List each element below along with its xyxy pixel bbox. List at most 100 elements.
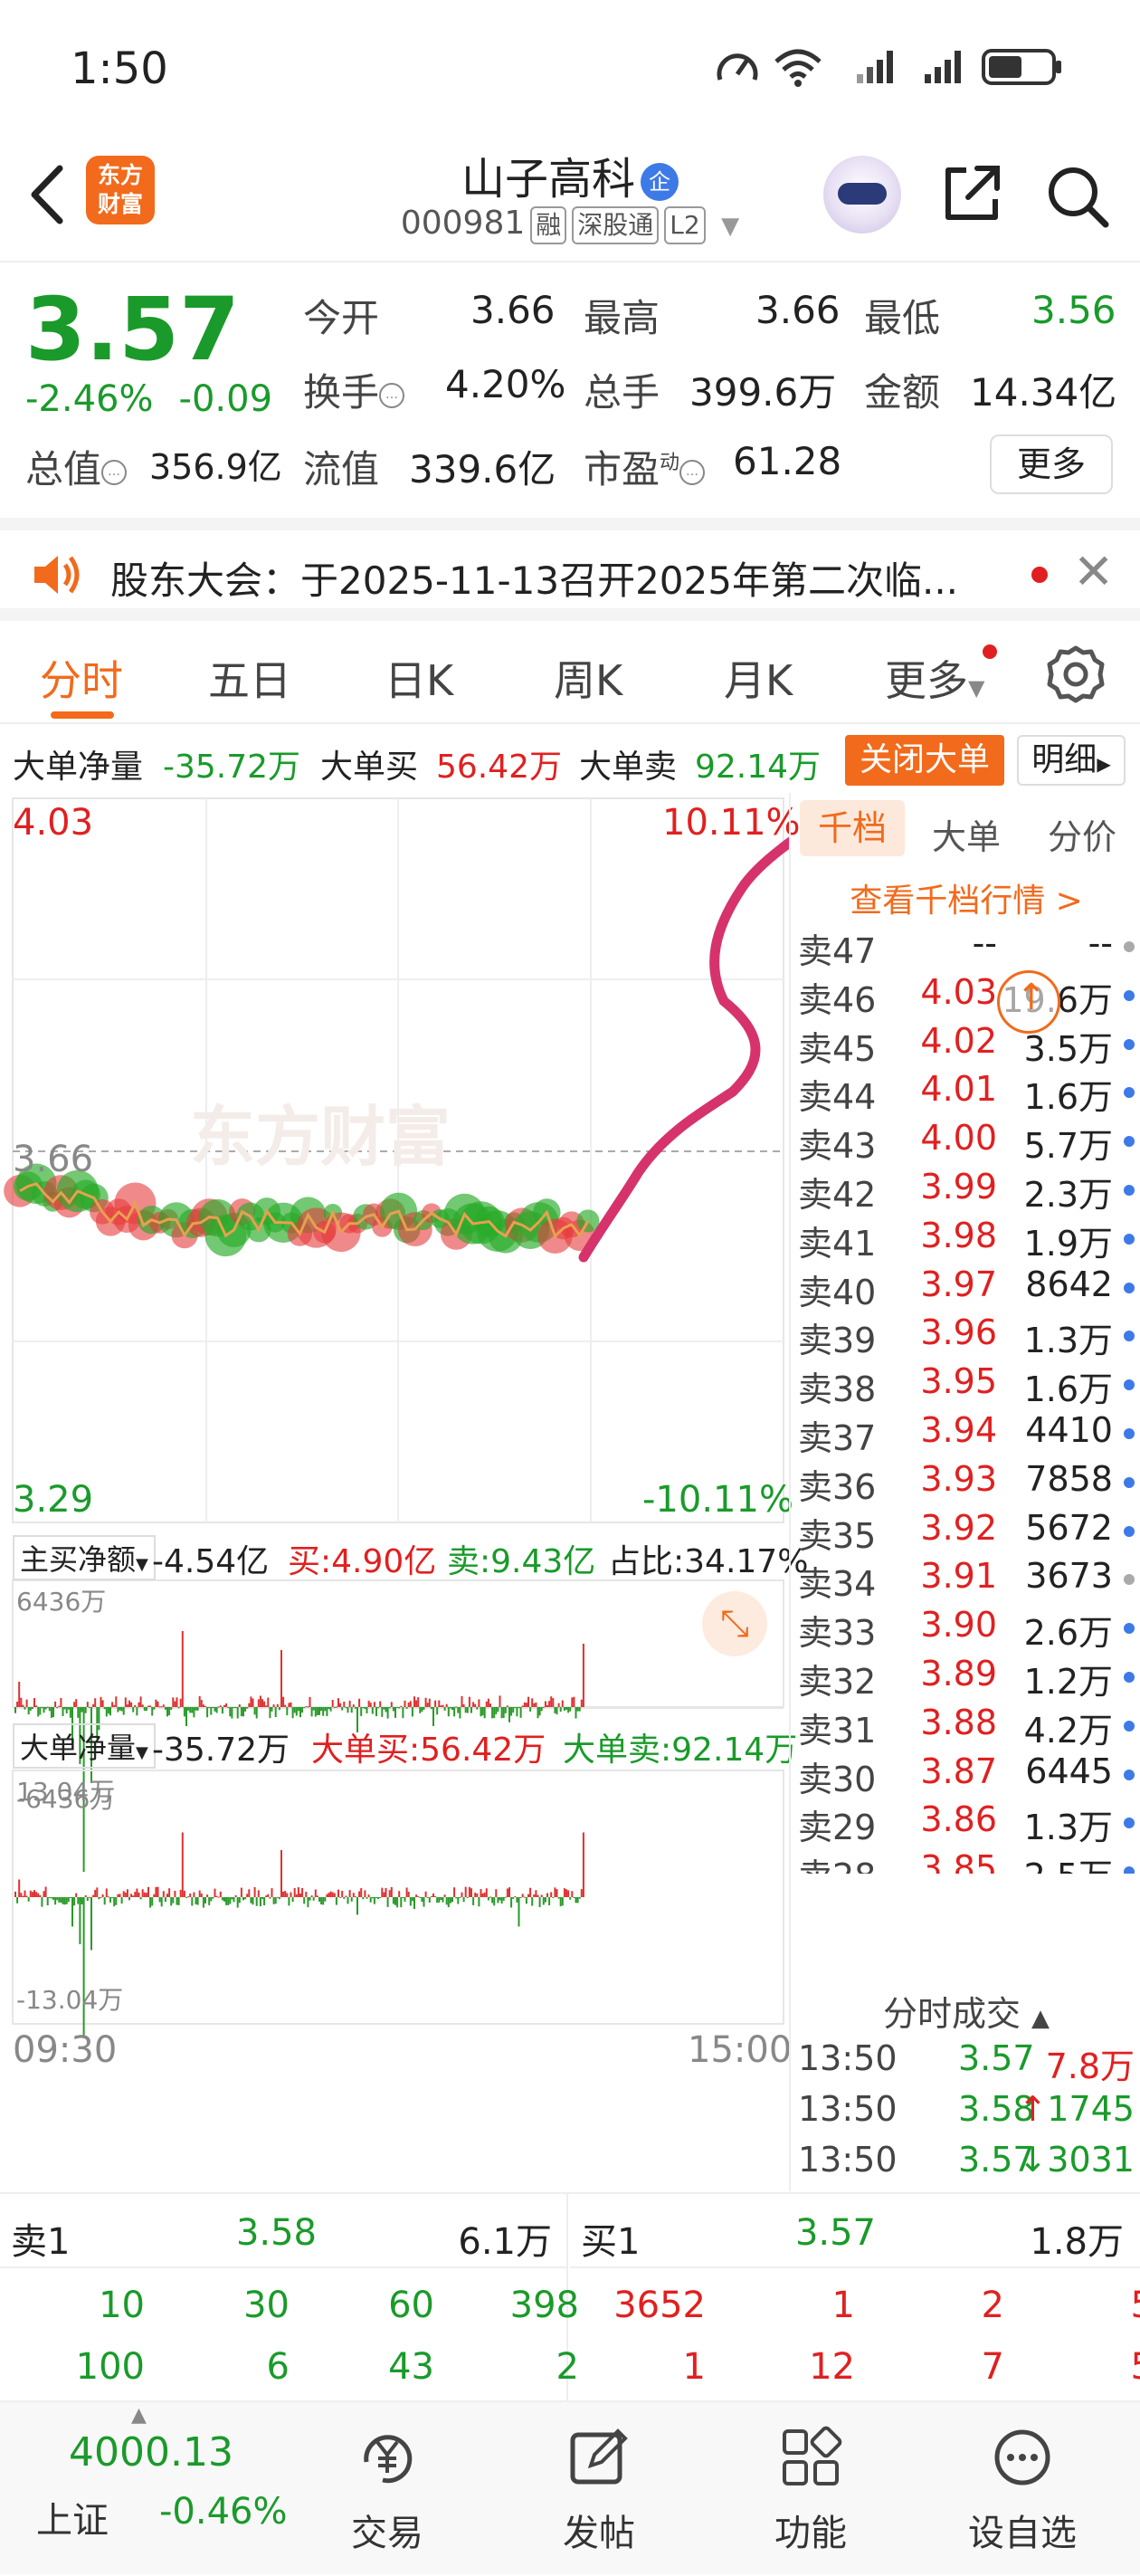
amount-label: 金额 — [864, 370, 941, 415]
volume-bar — [483, 1892, 486, 1897]
intraday-chart[interactable]: 东方财富 4.03 10.11% 3.66 3.29 -10.11% 主买净额▼… — [0, 793, 808, 2191]
flow-selector[interactable]: 主买净额▼ — [13, 1535, 156, 1580]
change-percent: -2.46% — [25, 378, 154, 420]
volume-bar — [299, 1893, 301, 1897]
volume-bar — [305, 1706, 308, 1708]
nav-trade[interactable]: 交易 — [306, 2402, 469, 2556]
view-levels-link[interactable]: 查看千档行情 > — [791, 874, 1140, 921]
order-book-rows[interactable]: 卖47 -- -- 卖46 4.03 19.6万 卖45 4.02 3.5万 卖… — [791, 920, 1140, 1874]
volume-bar — [172, 1897, 175, 1903]
volume-label: 总手 — [584, 370, 660, 415]
ask-panel: 卖1 3.58 6.1万 10 30 60 398 100 6 43 2 — [0, 2194, 579, 2402]
volume-bar — [56, 1897, 59, 1901]
share-icon[interactable] — [939, 161, 1004, 226]
order-queue-count: 43 — [388, 2346, 434, 2388]
volume-bar — [122, 1891, 125, 1897]
volume-bar — [506, 1888, 508, 1897]
level-label: 卖42 — [798, 1175, 877, 1215]
volume-bar — [153, 1894, 156, 1897]
volume-bar — [181, 1832, 184, 1897]
volume-bar — [510, 1707, 513, 1716]
tab-intraday[interactable]: 分时 — [40, 648, 123, 708]
volume-bar — [215, 1707, 218, 1713]
volume-bar — [191, 1707, 194, 1713]
nav-post[interactable]: 发帖 — [518, 2402, 680, 2556]
volume-bar — [48, 1707, 51, 1712]
level-volume: 4410 — [1025, 1410, 1113, 1450]
tab-five-day[interactable]: 五日 — [208, 648, 291, 708]
notice-bar[interactable]: 股东大会：于2025-11-13召开2025年第二次临... ✕ — [0, 518, 1140, 621]
expand-icon[interactable]: ⤡ — [702, 1591, 767, 1656]
scroll-up-button[interactable] — [997, 970, 1060, 1034]
volume-bar — [337, 1698, 339, 1707]
tag-margin: 融 — [530, 206, 567, 244]
volume-bar — [554, 1707, 556, 1713]
volume-bar — [480, 1889, 482, 1897]
gear-icon[interactable] — [1046, 644, 1106, 704]
volume-bar — [111, 1897, 114, 1898]
nav-functions[interactable]: 功能 — [729, 2402, 892, 2556]
index-widget[interactable]: ▲ 4000.13 上证 -0.46% — [0, 2402, 308, 2576]
tab-price-split[interactable]: 分价 — [1048, 809, 1116, 859]
volume-bar — [364, 1890, 366, 1897]
level-label: 卖33 — [798, 1613, 877, 1654]
volume-bar — [432, 1893, 434, 1897]
volume-bar — [278, 1707, 280, 1711]
level-label: 卖29 — [798, 1808, 877, 1848]
volume-bar — [77, 1707, 80, 1718]
volume-bar — [423, 1897, 425, 1907]
stock-name: 山子高科 — [461, 154, 635, 205]
big-selector[interactable]: 大单净量▼ — [13, 1723, 156, 1769]
volume-bar — [442, 1897, 444, 1903]
close-icon[interactable]: ✕ — [1073, 543, 1114, 600]
level-price: 3.88 — [920, 1702, 997, 1742]
volume-bar — [143, 1707, 146, 1712]
tab-big-orders[interactable]: 大单 — [932, 809, 1001, 859]
volume-bar — [134, 1892, 137, 1897]
big-net-label: 大单净量 — [13, 749, 144, 786]
detail-button[interactable]: 明细▶ — [1017, 735, 1126, 786]
notice-text: 股东大会：于2025-11-13召开2025年第二次临... — [110, 558, 959, 603]
tab-weekly-k[interactable]: 周K — [554, 648, 622, 708]
volume-bar — [100, 1696, 102, 1707]
assistant-robot-icon[interactable] — [823, 156, 901, 234]
volume-bar — [533, 1703, 536, 1707]
volume-bar — [386, 1897, 389, 1907]
search-icon[interactable] — [1042, 161, 1111, 230]
tab-daily-k[interactable]: 日K — [385, 648, 453, 708]
volume-bar — [481, 1707, 484, 1716]
volume-bar — [552, 1897, 555, 1898]
volume-bar — [162, 1704, 165, 1707]
tab-thousand-levels[interactable]: 千档 — [800, 800, 905, 856]
big-net-value: -35.72万 — [163, 749, 301, 786]
volume-bar — [424, 1891, 427, 1897]
order-level-row: 卖41 3.98 1.9万 — [791, 1212, 1140, 1264]
volume-bar — [451, 1897, 453, 1903]
volume-bar — [398, 1891, 401, 1897]
volume-bar — [417, 1697, 420, 1707]
volume-bar — [529, 1707, 532, 1712]
big-buy-value: 56.42万 — [436, 749, 563, 786]
volume-bar — [362, 1707, 365, 1708]
volume-bar — [407, 1892, 410, 1897]
volume-bar — [476, 1893, 479, 1897]
volume-bar — [229, 1707, 232, 1717]
dropdown-triangle-icon[interactable]: ▼ — [721, 213, 739, 240]
tab-more[interactable]: 更多▼ — [885, 648, 984, 708]
more-button[interactable]: 更多 — [990, 434, 1113, 494]
volume-bar — [187, 1707, 190, 1711]
close-big-order-button[interactable]: 关闭大单 — [845, 735, 1004, 786]
volume-bar — [369, 1897, 372, 1903]
trades-header[interactable]: 分时成交 ▲ — [791, 1986, 1140, 2036]
nav-watchlist[interactable]: 设自选 — [941, 2402, 1104, 2556]
volume-bar — [438, 1700, 441, 1707]
info-icon: … — [379, 382, 405, 408]
level-label: 卖32 — [798, 1662, 877, 1702]
volume-bar — [335, 1706, 337, 1708]
volume-bar — [94, 1698, 97, 1707]
tab-monthly-k[interactable]: 月K — [724, 648, 793, 708]
level-label: 卖45 — [798, 1028, 877, 1069]
volume-bar — [276, 1703, 279, 1707]
volume-bar — [352, 1893, 355, 1897]
volume-bar — [31, 1892, 33, 1897]
